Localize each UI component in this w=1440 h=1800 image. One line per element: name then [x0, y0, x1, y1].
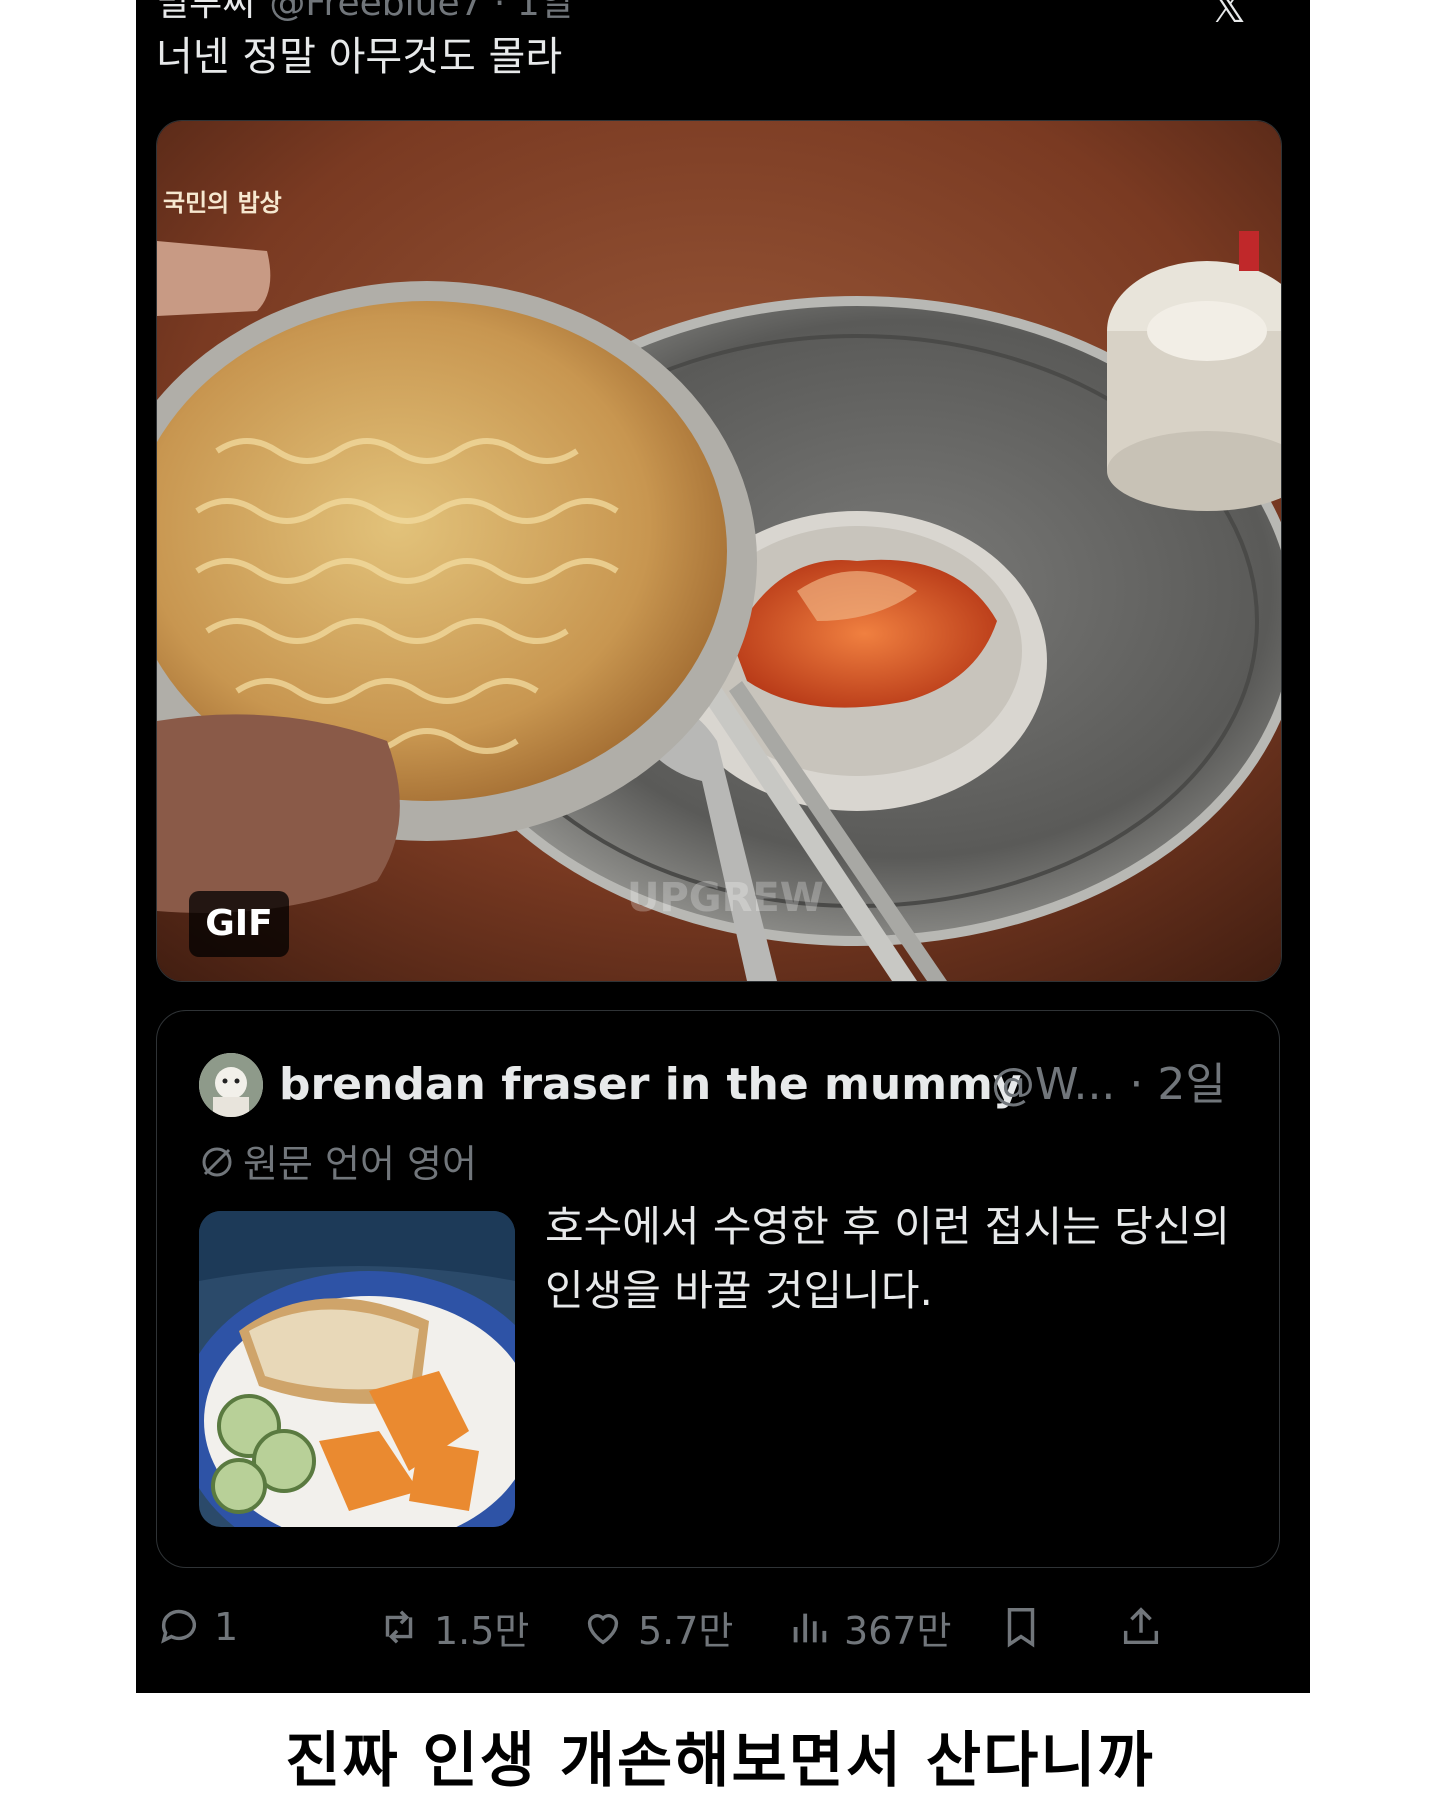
author-name[interactable]: 밀루씨 [156, 0, 255, 24]
view-count: 367만 [844, 1608, 952, 1653]
reply-button[interactable]: 1 [156, 1592, 238, 1662]
retweet-button[interactable]: 1.5만 [376, 1592, 529, 1662]
translate-icon [199, 1140, 235, 1194]
quoted-tweet[interactable]: brendan fraser in the mummy @W... · 2일 원… [156, 1010, 1280, 1568]
avatar[interactable] [199, 1053, 263, 1117]
ramen-food-image: 국민의 밥상 UPGREW [157, 121, 1281, 981]
quote-author-name[interactable]: brendan fraser in the mummy [279, 1055, 1022, 1115]
translation-note: 원문 언어 영어 [199, 1137, 477, 1194]
views-button[interactable]: 367만 [786, 1592, 952, 1662]
gif-badge: GIF [189, 891, 289, 957]
media-overlay-text: 국민의 밥상 [163, 189, 282, 217]
like-count: 5.7만 [638, 1608, 734, 1653]
quote-text: 호수에서 수영한 후 이런 접시는 당신의 인생을 바꿀 것입니다. [545, 1202, 1230, 1315]
quote-author-meta[interactable]: @W... · 2일 [991, 1055, 1226, 1115]
share-button[interactable] [1118, 1592, 1176, 1662]
media-watermark: UPGREW [627, 875, 824, 921]
retweet-count: 1.5만 [434, 1608, 530, 1653]
heart-icon [587, 1614, 619, 1645]
bookmark-icon [1007, 1608, 1035, 1648]
share-icon [1123, 1607, 1159, 1645]
tweet-text: 너넨 정말 아무것도 몰라 [156, 34, 563, 80]
language-note-text: 원문 언어 영어 [243, 1142, 477, 1186]
sandwich-plate-image [199, 1211, 515, 1527]
views-chart-icon [793, 1613, 827, 1643]
tweet-panel: 밀루씨 @Freeblue7 · 1일 𝕏 너넨 정말 아무것도 몰라 국민의 … [136, 0, 1310, 1693]
retweet-icon [385, 1610, 413, 1644]
reply-count: 1 [214, 1605, 239, 1649]
author-handle[interactable]: @Freeblue7 · 1일 [269, 0, 572, 24]
page-caption: 진짜 인생 개손해보면서 산다니까 [285, 1726, 1155, 1796]
like-button[interactable]: 5.7만 [580, 1592, 733, 1662]
tweet-actions: 1 1.5만 5.7만 367만 [156, 1592, 1280, 1662]
quote-media-thumbnail[interactable] [199, 1211, 515, 1527]
x-logo-icon[interactable]: 𝕏 [1211, 0, 1246, 30]
reply-icon [161, 1609, 197, 1644]
tweet-header: 밀루씨 @Freeblue7 · 1일 [156, 0, 573, 24]
tweet-media-gif[interactable]: 국민의 밥상 UPGREW GIF [156, 120, 1282, 982]
bookmark-button[interactable] [998, 1592, 1056, 1662]
